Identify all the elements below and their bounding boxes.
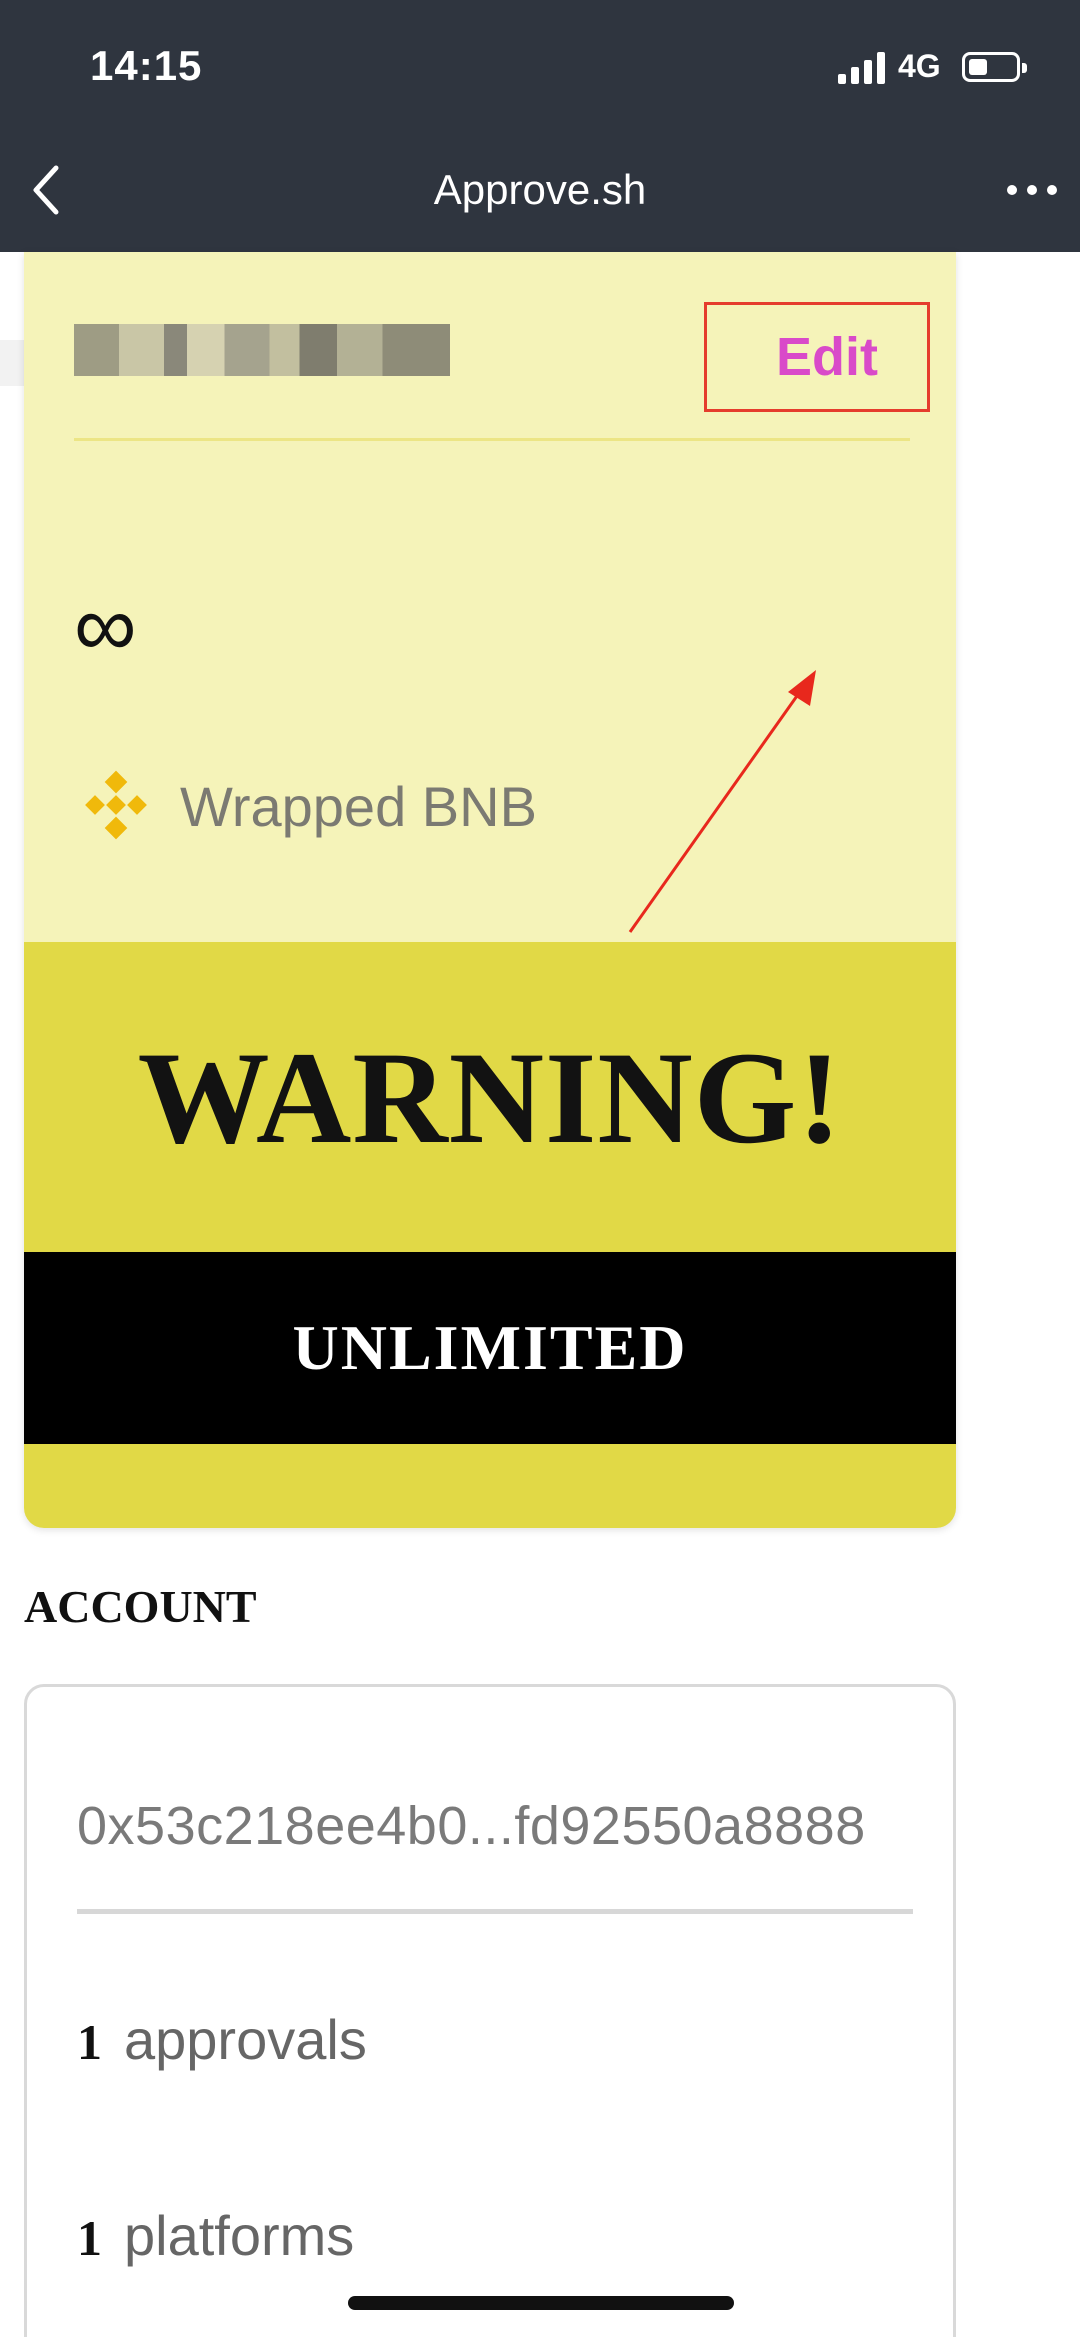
token-name: Wrapped BNB	[180, 775, 537, 838]
platforms-label: platforms	[124, 2204, 355, 2267]
home-indicator[interactable]	[348, 2296, 734, 2310]
battery-icon	[962, 52, 1027, 82]
edit-button[interactable]: Edit	[704, 302, 930, 412]
unlimited-banner: UNLIMITED	[24, 1252, 956, 1444]
network-type: 4G	[898, 48, 941, 84]
token-approval-card: Edit ∞ Wrapped BNB WARNING! UNLIMITED	[24, 252, 956, 1528]
screen: 14:15 4G Approve.sh Edit ∞ Wrapped BNB W…	[0, 0, 1080, 2337]
warning-text: WARNING!	[137, 1023, 843, 1171]
account-section-title: ACCOUNT	[24, 1581, 257, 1632]
side-tab-edge	[0, 340, 24, 386]
annotation-arrow	[628, 670, 816, 933]
account-card: 0x53c218ee4b0...fd92550a8888 1 approvals …	[24, 1684, 956, 2337]
more-horizontal-icon[interactable]	[1004, 176, 1060, 204]
account-address[interactable]: 0x53c218ee4b0...fd92550a8888	[77, 1795, 927, 1857]
page-title: Approve.sh	[433, 166, 647, 213]
divider	[77, 1909, 913, 1914]
bnb-logo-icon	[85, 770, 147, 840]
warning-banner: WARNING!	[24, 942, 956, 1252]
approval-amount: ∞	[74, 576, 137, 675]
token-card-header: Edit ∞ Wrapped BNB	[24, 252, 956, 942]
top-bar: 14:15 4G Approve.sh	[0, 0, 1080, 252]
platforms-count: 1	[77, 2210, 102, 2266]
card-footer-band	[24, 1444, 956, 1528]
approvals-count: 1	[77, 2014, 102, 2070]
blurred-platform-name	[74, 324, 450, 376]
platforms-stat: 1 platforms	[77, 2203, 354, 2268]
signal-icon	[838, 52, 885, 84]
divider	[74, 438, 910, 441]
approvals-label: approvals	[124, 2008, 367, 2071]
status-time: 14:15	[90, 42, 203, 89]
approvals-stat: 1 approvals	[77, 2007, 367, 2072]
